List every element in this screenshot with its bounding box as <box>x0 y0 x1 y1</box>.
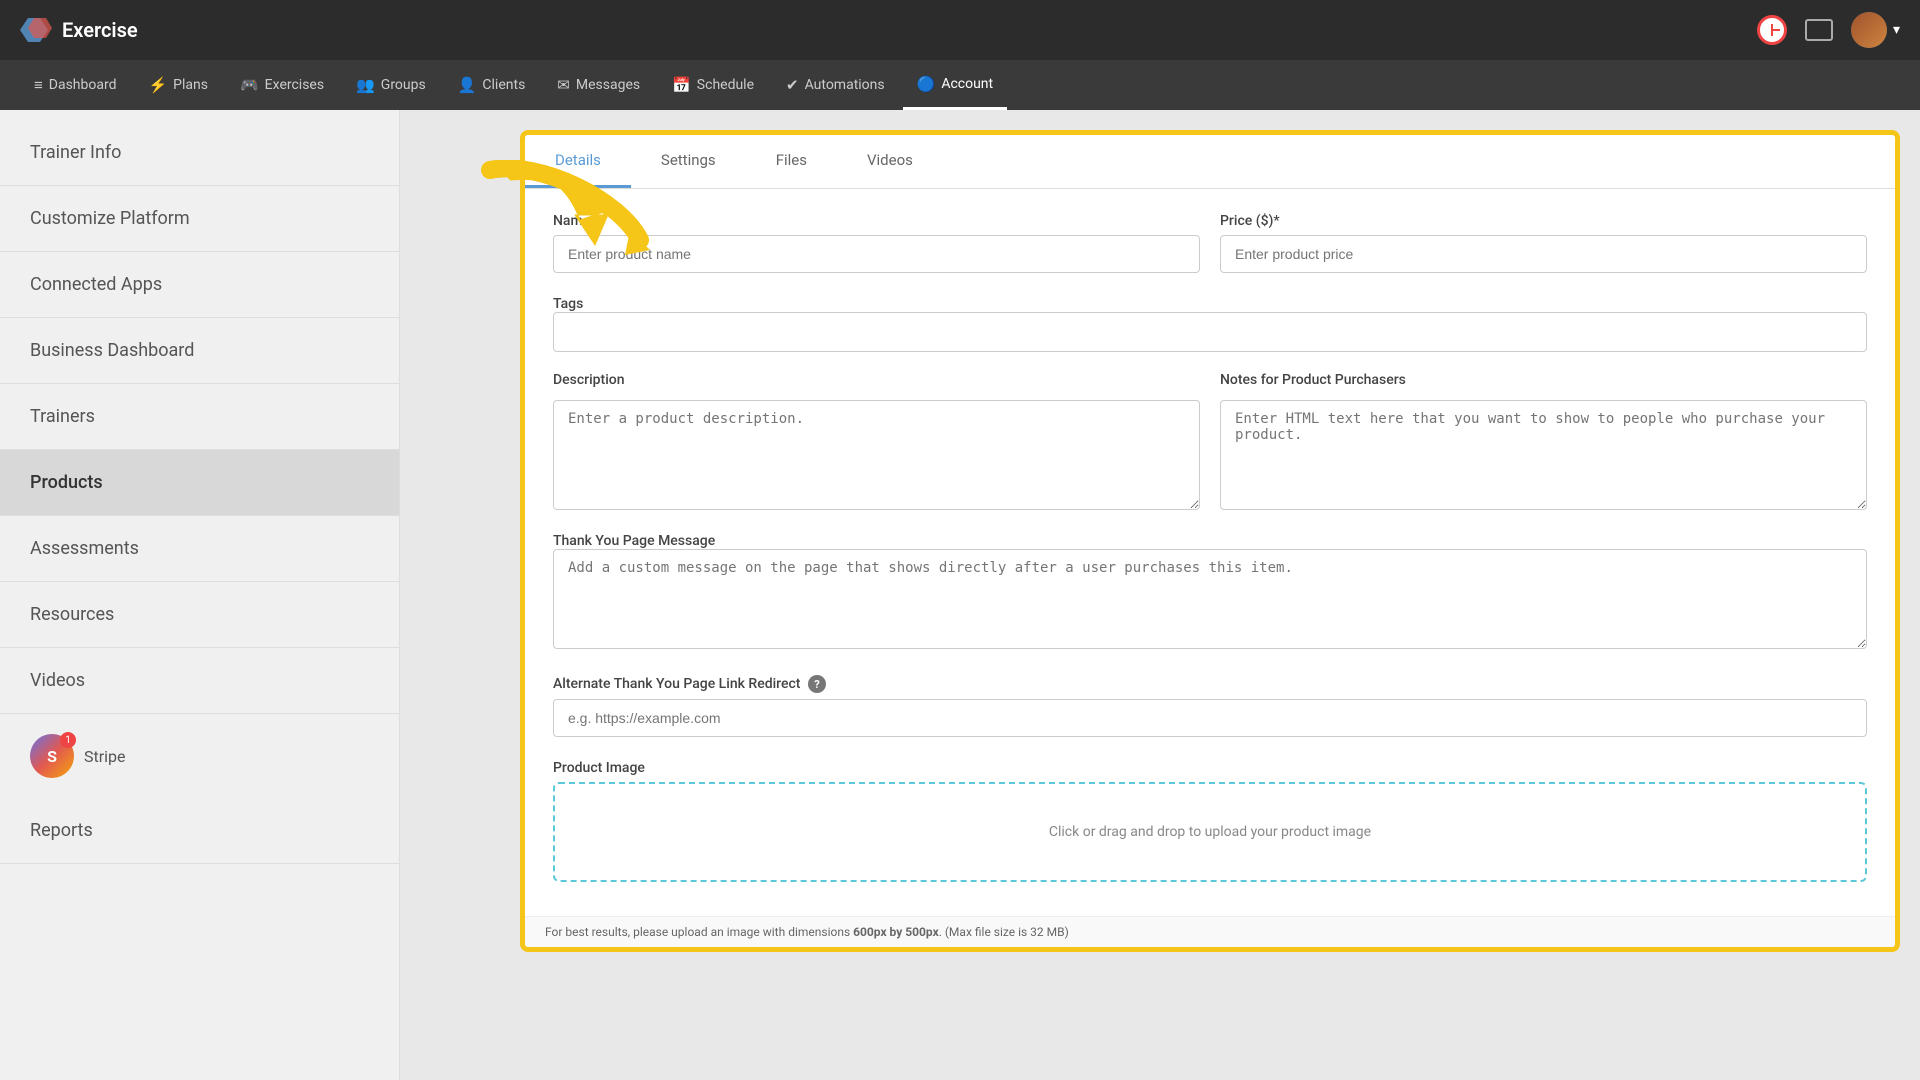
thankyou-label: Thank You Page Message <box>553 533 715 549</box>
image-upload-text: Click or drag and drop to upload your pr… <box>1049 824 1371 840</box>
sidebar-item-trainers[interactable]: Trainers <box>0 384 399 450</box>
nav-dashboard-label: Dashboard <box>49 77 117 93</box>
sidebar-item-business-dashboard[interactable]: Business Dashboard <box>0 318 399 384</box>
nav-automations[interactable]: ✔ Automations <box>772 60 899 110</box>
nav-account-label: Account <box>941 76 993 92</box>
user-caret: ▾ <box>1893 22 1900 38</box>
nav-schedule-label: Schedule <box>697 77 754 93</box>
desc-notes-row: Description Notes for Product Purchasers <box>553 372 1867 510</box>
clients-icon: 👤 <box>458 76 477 94</box>
name-price-row: Name* Price ($)* <box>553 213 1867 273</box>
product-form-panel: Details Settings Files Videos Name* <box>520 130 1900 952</box>
clock-hands <box>1765 23 1779 37</box>
nav-plans[interactable]: ⚡ Plans <box>134 60 222 110</box>
logo-icon <box>20 14 52 46</box>
description-textarea[interactable] <box>553 400 1200 510</box>
avatar[interactable] <box>1851 12 1887 48</box>
sidebar: Trainer Info Customize Platform Connecte… <box>0 110 400 1080</box>
image-label: Product Image <box>553 760 645 776</box>
screen-icon[interactable] <box>1805 19 1833 41</box>
tab-settings[interactable]: Settings <box>631 135 746 188</box>
notes-textarea[interactable] <box>1220 400 1867 510</box>
navbar: ≡ Dashboard ⚡ Plans 🎮 Exercises 👥 Groups… <box>0 60 1920 110</box>
form-body: Name* Price ($)* Tags Descrip <box>525 189 1895 916</box>
topbar: Exercise ▾ <box>0 0 1920 60</box>
groups-icon: 👥 <box>356 76 375 94</box>
app-name: Exercise <box>62 18 138 42</box>
nav-groups[interactable]: 👥 Groups <box>342 60 440 110</box>
redirect-group: Alternate Thank You Page Link Redirect ? <box>553 673 1867 737</box>
stripe-section[interactable]: S 1 Stripe <box>0 714 399 798</box>
nav-schedule[interactable]: 📅 Schedule <box>658 60 768 110</box>
tags-group: Tags <box>553 293 1867 352</box>
stripe-badge: S 1 <box>30 734 74 778</box>
tab-files[interactable]: Files <box>746 135 837 188</box>
sidebar-item-resources[interactable]: Resources <box>0 582 399 648</box>
user-menu[interactable]: ▾ <box>1851 12 1900 48</box>
tabs-bar: Details Settings Files Videos <box>525 135 1895 189</box>
sidebar-item-videos[interactable]: Videos <box>0 648 399 714</box>
sidebar-item-trainer-info[interactable]: Trainer Info <box>0 120 399 186</box>
nav-exercises-label: Exercises <box>265 77 324 93</box>
nav-dashboard[interactable]: ≡ Dashboard <box>20 60 130 110</box>
image-group: Product Image Click or drag and drop to … <box>553 757 1867 882</box>
nav-clients[interactable]: 👤 Clients <box>444 60 540 110</box>
automations-icon: ✔ <box>786 76 799 94</box>
sidebar-item-connected-apps[interactable]: Connected Apps <box>0 252 399 318</box>
exercises-icon: 🎮 <box>240 76 259 94</box>
sidebar-item-products[interactable]: Products <box>0 450 399 516</box>
nav-messages-label: Messages <box>576 77 640 93</box>
description-group: Description <box>553 372 1200 510</box>
name-group: Name* <box>553 213 1200 273</box>
account-icon: 🔵 <box>917 75 936 93</box>
main-layout: Trainer Info Customize Platform Connecte… <box>0 110 1920 1080</box>
bottom-note-text: For best results, please upload an image… <box>545 925 1069 939</box>
thankyou-group: Thank You Page Message <box>553 530 1867 653</box>
name-input[interactable] <box>553 235 1200 273</box>
price-label: Price ($)* <box>1220 213 1867 229</box>
price-input[interactable] <box>1220 235 1867 273</box>
redirect-help-icon[interactable]: ? <box>808 675 826 693</box>
tags-input[interactable] <box>553 312 1867 352</box>
thankyou-textarea[interactable] <box>553 549 1867 649</box>
redirect-input[interactable] <box>553 699 1867 737</box>
nav-messages[interactable]: ✉ Messages <box>543 60 654 110</box>
nav-automations-label: Automations <box>805 77 885 93</box>
nav-groups-label: Groups <box>381 77 426 93</box>
notes-label: Notes for Product Purchasers <box>1220 372 1867 388</box>
nav-exercises[interactable]: 🎮 Exercises <box>226 60 338 110</box>
notes-group: Notes for Product Purchasers <box>1220 372 1867 510</box>
clock-icon[interactable] <box>1757 15 1787 45</box>
sidebar-item-reports[interactable]: Reports <box>0 798 399 864</box>
bottom-note: For best results, please upload an image… <box>525 916 1895 947</box>
notification-dot: 1 <box>60 732 76 748</box>
nav-account[interactable]: 🔵 Account <box>903 60 1008 110</box>
name-label: Name* <box>553 213 1200 229</box>
nav-plans-label: Plans <box>173 77 208 93</box>
content-area: Details Settings Files Videos Name* <box>400 110 1920 1080</box>
redirect-label: Alternate Thank You Page Link Redirect ? <box>553 676 826 692</box>
image-upload-area[interactable]: Click or drag and drop to upload your pr… <box>553 782 1867 882</box>
dashboard-icon: ≡ <box>34 76 43 94</box>
nav-clients-label: Clients <box>482 77 525 93</box>
app-logo[interactable]: Exercise <box>20 14 138 46</box>
messages-icon: ✉ <box>557 76 570 94</box>
sidebar-item-customize-platform[interactable]: Customize Platform <box>0 186 399 252</box>
sidebar-item-assessments[interactable]: Assessments <box>0 516 399 582</box>
tab-videos[interactable]: Videos <box>837 135 943 188</box>
price-group: Price ($)* <box>1220 213 1867 273</box>
plans-icon: ⚡ <box>148 76 167 94</box>
description-label: Description <box>553 372 1200 388</box>
topbar-right: ▾ <box>1757 12 1900 48</box>
stripe-label: Stripe <box>84 747 126 766</box>
schedule-icon: 📅 <box>672 76 691 94</box>
tags-label: Tags <box>553 296 583 312</box>
tab-details[interactable]: Details <box>525 135 631 188</box>
